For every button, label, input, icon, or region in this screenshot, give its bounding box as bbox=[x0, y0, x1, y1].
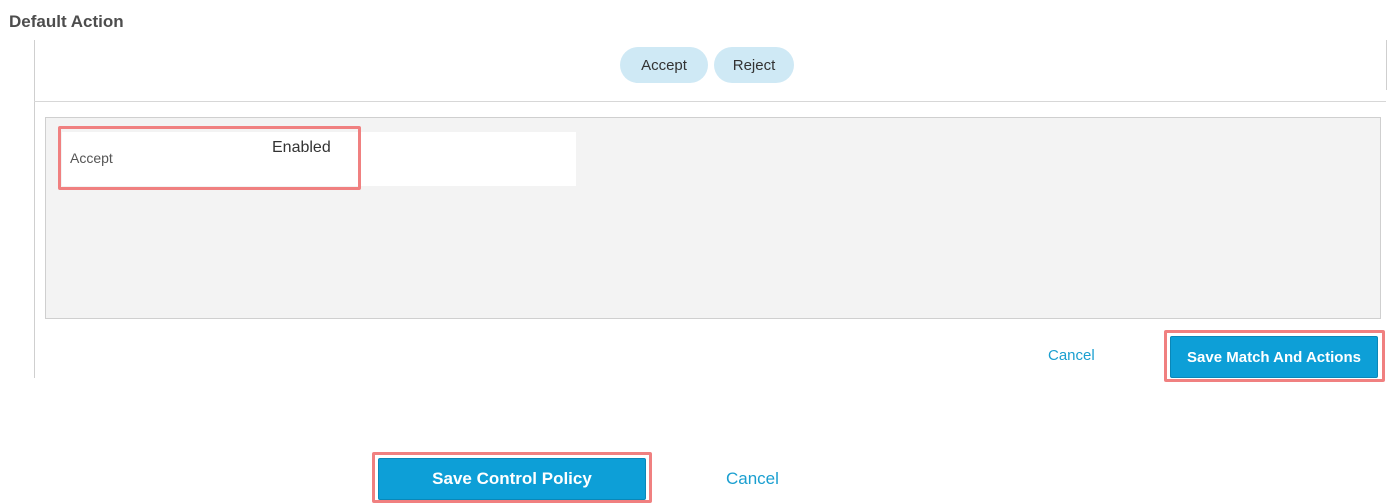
accept-action-button[interactable]: Accept bbox=[620, 47, 708, 83]
actions-panel: Accept Enabled bbox=[45, 117, 1381, 319]
action-row-accept[interactable]: Accept Enabled bbox=[62, 132, 576, 186]
action-row-name: Accept bbox=[70, 150, 113, 166]
section-right-border bbox=[1386, 40, 1387, 90]
action-row-value: Enabled bbox=[272, 139, 331, 156]
section-divider bbox=[34, 101, 1386, 102]
action-toggle-group: Accept Reject bbox=[620, 47, 794, 83]
save-control-policy-button[interactable]: Save Control Policy bbox=[378, 458, 646, 500]
reject-action-button[interactable]: Reject bbox=[714, 47, 794, 83]
cancel-policy-link[interactable]: Cancel bbox=[726, 469, 779, 489]
section-title: Default Action bbox=[9, 12, 124, 31]
default-action-page: Default Action Accept Reject Accept Enab… bbox=[0, 0, 1393, 503]
cancel-match-actions-link[interactable]: Cancel bbox=[1048, 347, 1095, 364]
save-match-and-actions-button[interactable]: Save Match And Actions bbox=[1170, 336, 1378, 378]
section-left-border bbox=[34, 40, 35, 378]
